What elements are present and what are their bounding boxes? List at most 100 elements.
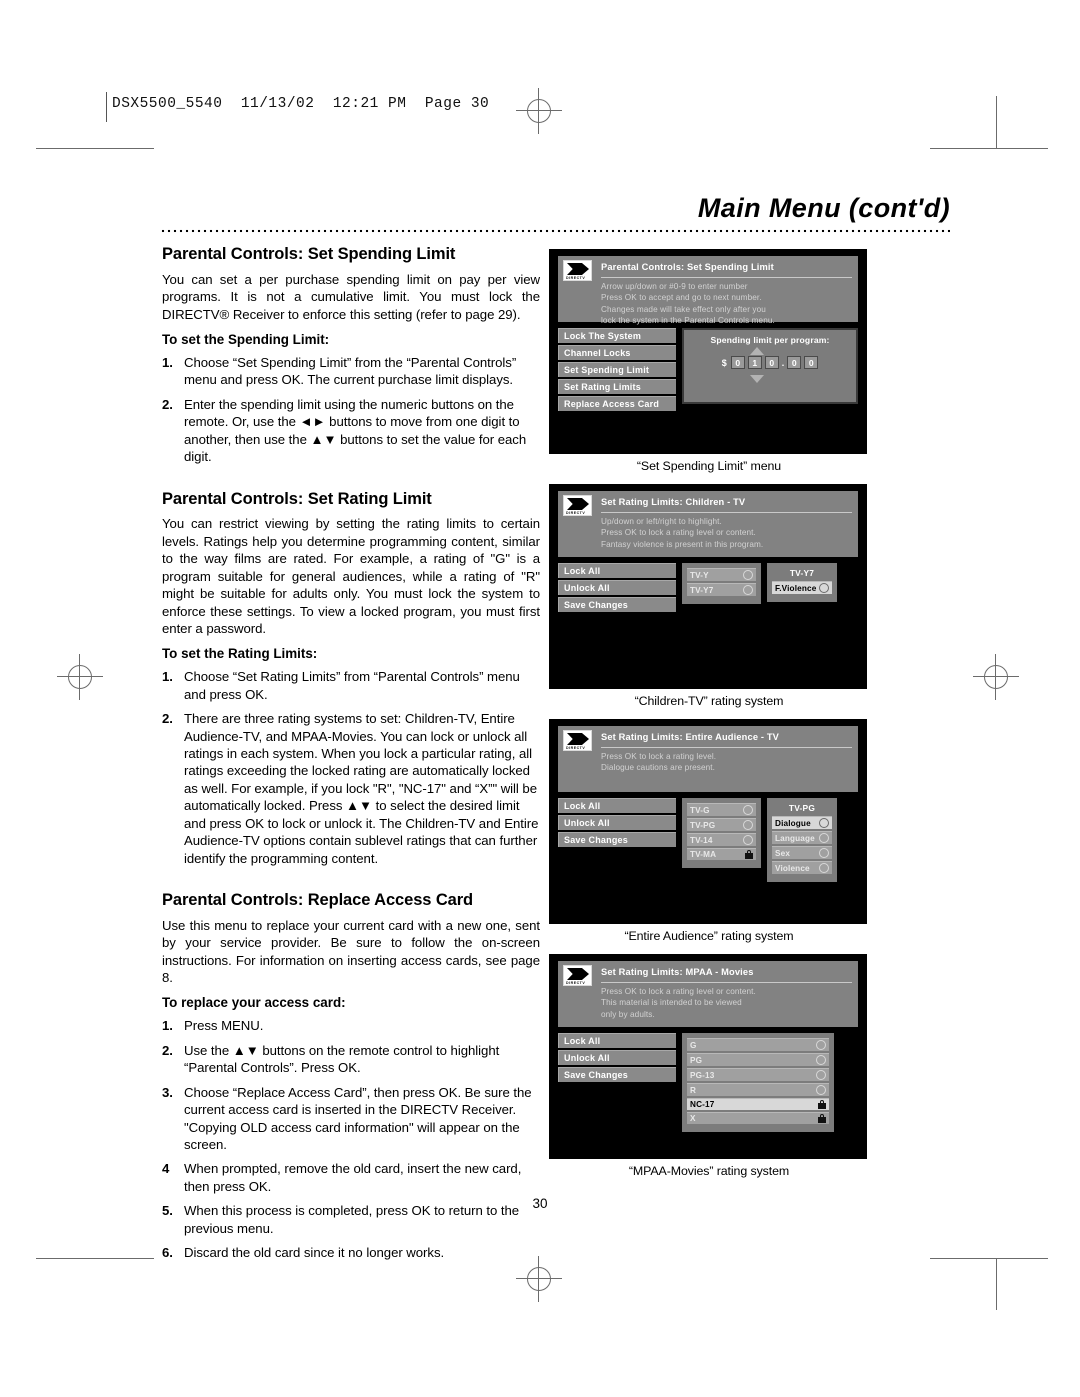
spending-limit-panel: Spending limit per program: $ 0 1 0 . 0 … [682, 328, 858, 404]
osd-instruction-line: only by adults. [601, 1009, 655, 1019]
rating-row-pg[interactable]: PG [687, 1053, 829, 1066]
osd-title: Set Rating Limits: Entire Audience - TV [601, 731, 852, 748]
radio-icon[interactable] [819, 863, 829, 873]
list-item: 2. There are three rating systems to set… [162, 710, 540, 867]
sublevel-label: Violence [775, 863, 810, 873]
radio-icon[interactable] [819, 583, 829, 593]
rating-row-g[interactable]: G [687, 1038, 829, 1051]
sublevel-panel: TV-Y7 F.Violence [767, 563, 837, 602]
spending-limit-label: Spending limit per program: [710, 335, 830, 345]
sublevel-row-violence[interactable]: Violence [772, 861, 832, 874]
menu-item-lock-all[interactable]: Lock All [558, 1033, 676, 1048]
arrow-up-icon[interactable] [750, 347, 764, 355]
osd-header: DIRECTV Set Rating Limits: MPAA - Movies… [558, 961, 858, 1027]
rating-row-pg-13[interactable]: PG-13 [687, 1068, 829, 1081]
step-text: Choose “Set Rating Limits” from “Parenta… [184, 669, 520, 702]
lock-icon[interactable] [745, 850, 753, 859]
step-text: Press MENU. [184, 1018, 264, 1034]
registration-mark-right [973, 654, 1019, 700]
rating-row-tv-ma[interactable]: TV-MA [687, 848, 756, 860]
radio-icon[interactable] [816, 1070, 826, 1080]
radio-icon[interactable] [819, 818, 829, 828]
radio-icon[interactable] [816, 1040, 826, 1050]
osd-instruction-line: Up/down or left/right to highlight. [601, 516, 722, 526]
rating-row-tv-pg[interactable]: TV-PG [687, 818, 756, 831]
osd-instruction-line: This material is intended to be viewed [601, 998, 742, 1008]
sublevel-row-f-violence[interactable]: F.Violence [772, 581, 832, 594]
osd-instruction-line: lock the system in the Parental Controls… [601, 316, 775, 326]
menu-item-save-changes[interactable]: Save Changes [558, 597, 676, 612]
osd-instruction-line: Dialogue cautions are present. [601, 763, 716, 773]
list-item: 3. Choose “Replace Access Card”, then pr… [162, 1084, 540, 1154]
rating-label: TV-PG [690, 820, 716, 830]
registration-mark-left [57, 654, 103, 700]
radio-icon[interactable] [743, 585, 753, 595]
step-number: 1. [162, 355, 173, 371]
menu-item-lock-all[interactable]: Lock All [558, 798, 676, 813]
osd-instruction-line: Fantasy violence is present in this prog… [601, 539, 764, 549]
list-item: 1. Choose “Set Rating Limits” from “Pare… [162, 668, 540, 703]
rating-row-tv-y7[interactable]: TV-Y7 [687, 583, 756, 596]
radio-icon[interactable] [743, 835, 753, 845]
menu-item-set-spending-limit[interactable]: Set Spending Limit [558, 362, 676, 377]
digit-field-2[interactable]: 1 [747, 356, 762, 369]
radio-icon[interactable] [819, 833, 829, 843]
radio-icon[interactable] [816, 1055, 826, 1065]
page-title: Main Menu (cont'd) [697, 193, 950, 223]
rating-label: TV-MA [690, 850, 717, 859]
rating-label: G [690, 1040, 697, 1050]
list-item: 2. Use the ▲▼ buttons on the remote cont… [162, 1042, 540, 1077]
radio-icon[interactable] [743, 805, 753, 815]
menu-item-unlock-all[interactable]: Unlock All [558, 815, 676, 830]
digit-field-1[interactable]: 0 [730, 356, 745, 369]
rating-row-tv-g[interactable]: TV-G [687, 803, 756, 816]
digit-field-4[interactable]: 0 [787, 356, 802, 369]
osd-body: Lock All Unlock All Save Changes TV-Y TV… [558, 563, 858, 614]
menu-item-lock-all[interactable]: Lock All [558, 563, 676, 578]
rating-row-tv-14[interactable]: TV-14 [687, 833, 756, 846]
sublevel-row-dialogue[interactable]: Dialogue [772, 816, 832, 829]
menu-item-save-changes[interactable]: Save Changes [558, 1067, 676, 1082]
menu-item-set-rating-limits[interactable]: Set Rating Limits [558, 379, 676, 394]
menu-item-replace-access-card[interactable]: Replace Access Card [558, 396, 676, 411]
sublevel-row-sex[interactable]: Sex [772, 846, 832, 859]
radio-icon[interactable] [743, 820, 753, 830]
sublevel-label: F.Violence [775, 583, 817, 593]
screenshot-entire-audience-tv: DIRECTV Set Rating Limits: Entire Audien… [549, 719, 869, 943]
radio-icon[interactable] [743, 570, 753, 580]
digit-field-3[interactable]: 0 [764, 356, 779, 369]
crop-mark-top-left-h [36, 148, 154, 149]
osd-instructions: Press OK to lock a rating level. Dialogu… [601, 751, 852, 774]
sublevel-label: Dialogue [775, 818, 811, 828]
subheading-set-spending-limit: To set the Spending Limit: [162, 332, 330, 348]
sublevel-row-language[interactable]: Language [772, 831, 832, 844]
directv-logo-wordmark: DIRECTV [566, 746, 586, 750]
rating-row-r[interactable]: R [687, 1083, 829, 1096]
rating-row-nc-17[interactable]: NC-17 [687, 1098, 829, 1110]
step-number: 4 [162, 1161, 170, 1177]
menu-item-save-changes[interactable]: Save Changes [558, 832, 676, 847]
menu-item-lock-the-system[interactable]: Lock The System [558, 328, 676, 343]
step-text: Discard the old card since it no longer … [184, 1245, 445, 1261]
lock-icon[interactable] [818, 1114, 826, 1123]
list-item: 4 When prompted, remove the old card, in… [162, 1160, 540, 1195]
directv-logo-icon: DIRECTV [563, 495, 592, 516]
arrow-down-icon[interactable] [750, 375, 764, 383]
rating-row-tv-y[interactable]: TV-Y [687, 568, 756, 581]
crop-mark-bottom-right-h [930, 1258, 1048, 1259]
rating-row-x[interactable]: X [687, 1112, 829, 1124]
decimal-separator: . [781, 357, 785, 368]
directv-logo-wordmark: DIRECTV [566, 981, 586, 985]
osd-instruction-line: Arrow up/down or #0-9 to enter number [601, 281, 748, 291]
osd-instruction-line: Press OK to lock a rating level or conte… [601, 528, 756, 538]
menu-item-unlock-all[interactable]: Unlock All [558, 1050, 676, 1065]
radio-icon[interactable] [819, 848, 829, 858]
lock-icon[interactable] [818, 1100, 826, 1109]
menu-item-channel-locks[interactable]: Channel Locks [558, 345, 676, 360]
steps-spending-limit: 1. Choose “Set Spending Limit” from the … [162, 354, 540, 466]
osd-title: Set Rating Limits: Children - TV [601, 496, 852, 513]
step-number: 6. [162, 1245, 173, 1261]
digit-field-5[interactable]: 0 [804, 356, 819, 369]
radio-icon[interactable] [816, 1085, 826, 1095]
menu-item-unlock-all[interactable]: Unlock All [558, 580, 676, 595]
